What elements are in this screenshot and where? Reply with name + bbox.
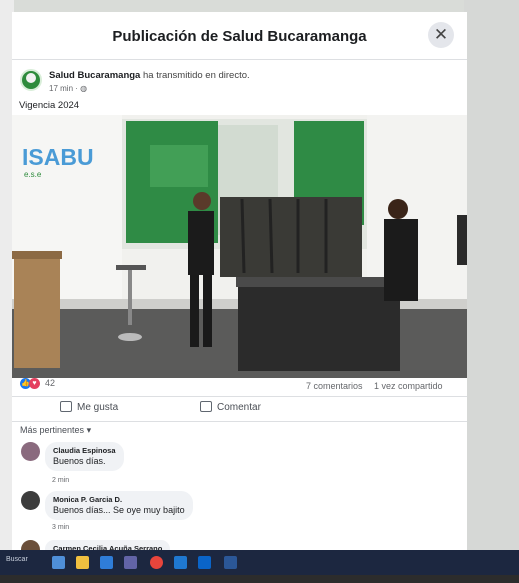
comment-button[interactable]: Comentar — [200, 401, 261, 413]
video-frame: ISABU e.s.e — [12, 115, 467, 378]
onedrive-icon[interactable] — [174, 556, 187, 569]
like-button[interactable]: Me gusta — [60, 401, 118, 413]
thumbs-up-icon — [60, 401, 72, 412]
reactions-count[interactable]: 42 — [45, 378, 55, 388]
page-background-right — [464, 0, 519, 560]
shares-count[interactable]: 1 vez compartido — [374, 381, 443, 391]
store-icon[interactable] — [100, 556, 113, 569]
like-button-label: Me gusta — [77, 402, 119, 413]
reactions-row: 👍 ♥ 42 7 comentarios 1 vez compartido — [20, 376, 460, 394]
comment-text: Buenos días. — [53, 456, 106, 466]
post-modal: Publicación de Salud Bucaramanga ✕ Salud… — [12, 12, 467, 562]
comment-sort-dropdown[interactable]: Más pertinentes ▾ — [20, 425, 91, 436]
teams-icon[interactable] — [124, 556, 137, 569]
comment-bubble: Claudia Espinosa Buenos días. — [45, 442, 124, 471]
isabu-logo-text: ISABU — [22, 144, 94, 170]
commenter-avatar[interactable] — [21, 491, 40, 510]
isabu-logo-subtext: e.s.e — [24, 170, 42, 179]
post-timestamp[interactable]: 17 min · — [49, 84, 78, 93]
post-author-name[interactable]: Salud Bucaramanga — [49, 70, 140, 81]
comment-button-label: Comentar — [217, 402, 261, 413]
comment-bubble: Monica P. Garcia D. Buenos días... Se oy… — [45, 491, 193, 520]
file-explorer-icon[interactable] — [76, 556, 89, 569]
comment-author[interactable]: Claudia Espinosa — [53, 446, 116, 455]
widgets-icon[interactable] — [52, 556, 65, 569]
windows-taskbar: Buscar — [0, 550, 519, 575]
comment-author[interactable]: Monica P. Garcia D. — [53, 495, 185, 504]
comment-bubble-icon — [200, 401, 212, 412]
post-author-line: Salud Bucaramanga ha transmitido en dire… — [49, 70, 250, 81]
comment-time[interactable]: 2 min — [52, 477, 69, 484]
page-avatar[interactable] — [20, 69, 42, 91]
close-button[interactable]: ✕ — [428, 22, 454, 48]
comments-count[interactable]: 7 comentarios — [306, 381, 363, 391]
monitor-bezel — [0, 575, 519, 583]
post-meta: 17 min · ◍ — [49, 84, 87, 93]
post-caption: Vigencia 2024 — [19, 100, 80, 111]
chrome-icon[interactable] — [150, 556, 163, 569]
comment-text: Buenos días... Se oye muy bajito — [53, 505, 185, 515]
post-action-bar: Me gusta Comentar — [12, 396, 467, 422]
comment-time[interactable]: 3 min — [52, 524, 69, 531]
word-icon[interactable] — [224, 556, 237, 569]
live-video-player[interactable]: ISABU e.s.e — [12, 115, 467, 378]
post-action-text: ha transmitido en directo. — [142, 70, 250, 81]
caret-down-icon: ▾ — [86, 425, 92, 435]
globe-icon: ◍ — [80, 84, 88, 93]
comment-sort-label: Más pertinentes — [20, 425, 85, 435]
love-reaction-icon[interactable]: ♥ — [29, 378, 40, 389]
modal-title: Publicación de Salud Bucaramanga — [112, 28, 367, 45]
commenter-avatar[interactable] — [21, 442, 40, 461]
outlook-icon[interactable] — [198, 556, 211, 569]
modal-header: Publicación de Salud Bucaramanga ✕ — [12, 12, 467, 60]
taskbar-search[interactable]: Buscar — [6, 556, 28, 563]
close-icon: ✕ — [433, 25, 449, 44]
